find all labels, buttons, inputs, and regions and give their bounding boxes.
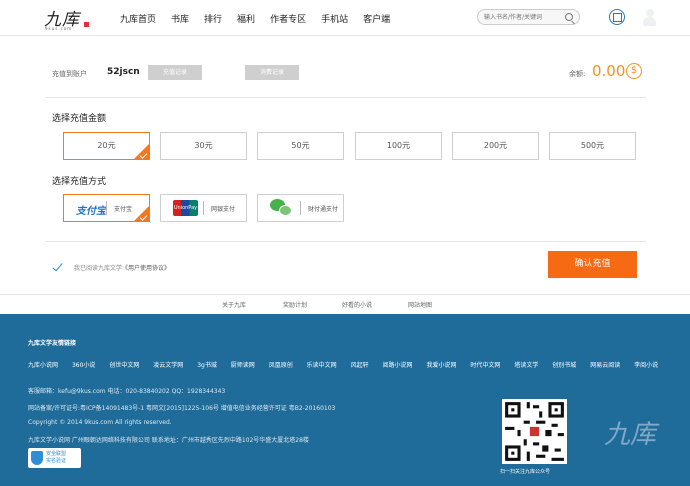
pay-method-label: 财付通支付 <box>308 206 339 213</box>
footer-logo: 九库 <box>604 420 657 450</box>
amount-label: 100元 <box>386 141 411 150</box>
nav-item-mobile[interactable]: 手机站 <box>321 12 348 25</box>
nav-item-ranking[interactable]: 排行 <box>204 12 222 25</box>
amount-option-30[interactable]: 30元 <box>160 132 247 160</box>
safety-badge[interactable]: 安全联盟 实名验证 <box>28 448 81 468</box>
logo-sub: 9kus.com <box>45 26 73 31</box>
qr-caption: 扫一扫关注九库公众号 <box>500 469 551 475</box>
consume-record-button[interactable]: 消费记录 <box>245 65 299 80</box>
friend-link[interactable]: 李阅小说 <box>634 362 658 369</box>
friend-link[interactable]: 乐读中文网 <box>307 362 337 369</box>
site-logo[interactable]: 九库 9kus.com <box>44 5 104 33</box>
agreement-checkbox[interactable] <box>53 261 63 271</box>
amount-option-50[interactable]: 50元 <box>257 132 344 160</box>
friend-link[interactable]: 厨师读网 <box>231 362 255 369</box>
friend-link[interactable]: 创世中文网 <box>109 362 139 369</box>
main-nav: 九库首页 书库 排行 福利 作者专区 手机站 客户端 <box>120 12 405 25</box>
footer-link-novels[interactable]: 好看的小说 <box>342 300 372 309</box>
pay-method-label: 网银支付 <box>211 206 236 213</box>
friend-link[interactable]: 360小说 <box>72 362 95 369</box>
amount-label: 50元 <box>291 141 310 150</box>
amount-option-200[interactable]: 200元 <box>452 132 539 160</box>
friend-link[interactable]: 阅路小说网 <box>383 362 413 369</box>
nav-item-author[interactable]: 作者专区 <box>270 12 306 25</box>
unionpay-icon: UnionPay <box>173 200 198 216</box>
friend-link[interactable]: 3g书城 <box>197 362 217 369</box>
divider <box>106 201 107 215</box>
friend-link[interactable]: 塔读文学 <box>514 362 538 369</box>
amount-option-500[interactable]: 500元 <box>549 132 636 160</box>
balance-value: 0.00 <box>592 62 626 80</box>
pay-method-label: 支付宝 <box>114 206 133 213</box>
balance-label: 余额: <box>569 70 586 78</box>
divider <box>300 201 301 215</box>
logo-seal <box>84 22 89 27</box>
friend-link[interactable]: 九库小说网 <box>28 362 58 369</box>
friend-link[interactable]: 创别书城 <box>552 362 576 369</box>
amount-section-title: 选择充值金额 <box>52 114 107 124</box>
amount-option-20[interactable]: 20元 <box>63 132 150 160</box>
search-icon[interactable] <box>565 13 573 21</box>
footer-links: 关于九库 奖励计划 好看的小说 网站地图 <box>0 294 690 314</box>
copyright: Copyright © 2014 9kus.com All rights res… <box>28 419 172 426</box>
amount-label: 20元 <box>97 141 116 150</box>
divider <box>203 201 204 215</box>
search-box <box>477 9 580 25</box>
bookshelf-icon[interactable] <box>609 9 625 25</box>
search-input[interactable] <box>484 12 564 22</box>
amount-label: 200元 <box>483 141 508 150</box>
wechat-icon <box>270 199 292 217</box>
coin-icon: $ <box>626 63 642 79</box>
divider <box>46 97 646 98</box>
amount-label: 500元 <box>580 141 605 150</box>
account-label: 充值到账户 <box>52 70 87 78</box>
safety-badge-text: 安全联盟 实名验证 <box>46 451 67 464</box>
license-info: 网站备案/许可证号:粤ICP备14091483号-1 粤网文[2015]1225… <box>28 405 336 412</box>
account-username: 52jscn <box>107 67 140 77</box>
agreement-prefix: 我已阅读九库文学 <box>74 265 123 272</box>
friend-links-title: 九库文学友情链接 <box>28 340 77 347</box>
footer-link-sitemap[interactable]: 网站地图 <box>408 300 432 309</box>
friend-link[interactable]: 我爱小说网 <box>426 362 456 369</box>
shield-icon <box>31 451 43 465</box>
friend-links: 九库小说网 360小说 创世中文网 凌云文学网 3g书城 厨师读网 凤凰原创 乐… <box>28 360 670 369</box>
nav-item-home[interactable]: 九库首页 <box>120 12 156 25</box>
pay-section-title: 选择充值方式 <box>52 177 107 187</box>
recharge-record-button[interactable]: 充值记录 <box>148 65 202 80</box>
amount-option-100[interactable]: 100元 <box>355 132 442 160</box>
nav-item-client[interactable]: 客户端 <box>363 12 390 25</box>
avatar-icon[interactable] <box>643 9 656 26</box>
pay-method-alipay[interactable]: 支付宝 支付宝 <box>63 194 150 222</box>
site-footer: 九库文学友情链接 九库小说网 360小说 创世中文网 凌云文学网 3g书城 厨师… <box>0 314 690 486</box>
footer-link-rewards[interactable]: 奖励计划 <box>283 300 307 309</box>
friend-link[interactable]: 网易云阅读 <box>590 362 620 369</box>
nav-item-library[interactable]: 书库 <box>171 12 189 25</box>
friend-link[interactable]: 时代中文网 <box>470 362 500 369</box>
pay-method-unionpay[interactable]: UnionPay 网银支付 <box>160 194 247 222</box>
friend-link[interactable]: 凤凰原创 <box>269 362 293 369</box>
divider <box>46 241 646 242</box>
user-agreement-link[interactable]: 《用户使用协议》 <box>122 265 170 272</box>
qr-code <box>502 399 567 464</box>
agreement-text: 我已阅读九库文学《用户使用协议》 <box>74 263 170 272</box>
confirm-recharge-button[interactable]: 确认充值 <box>548 251 637 278</box>
amount-label: 30元 <box>194 141 213 150</box>
company-info: 九库文学小说网 广州眼朝达网络科技有限公司 联系地址：广州市越秀区先烈中路102… <box>28 437 309 444</box>
pay-method-tenpay[interactable]: 财付通支付 <box>257 194 344 222</box>
footer-link-about[interactable]: 关于九库 <box>222 300 246 309</box>
alipay-icon: 支付宝 <box>76 206 106 217</box>
nav-item-welfare[interactable]: 福利 <box>237 12 255 25</box>
recharge-panel: 充值到账户 52jscn 充值记录 消费记录 余额: 0.00 $ 选择充值金额… <box>0 36 690 294</box>
contact-info: 客服邮箱：kefu@9kus.com 电话：020-83840202 QQ：19… <box>28 388 226 395</box>
friend-link[interactable]: 凌云文学网 <box>153 362 183 369</box>
friend-link[interactable]: 风起轩 <box>351 362 369 369</box>
site-header: 九库 9kus.com 九库首页 书库 排行 福利 作者专区 手机站 客户端 <box>0 0 690 36</box>
